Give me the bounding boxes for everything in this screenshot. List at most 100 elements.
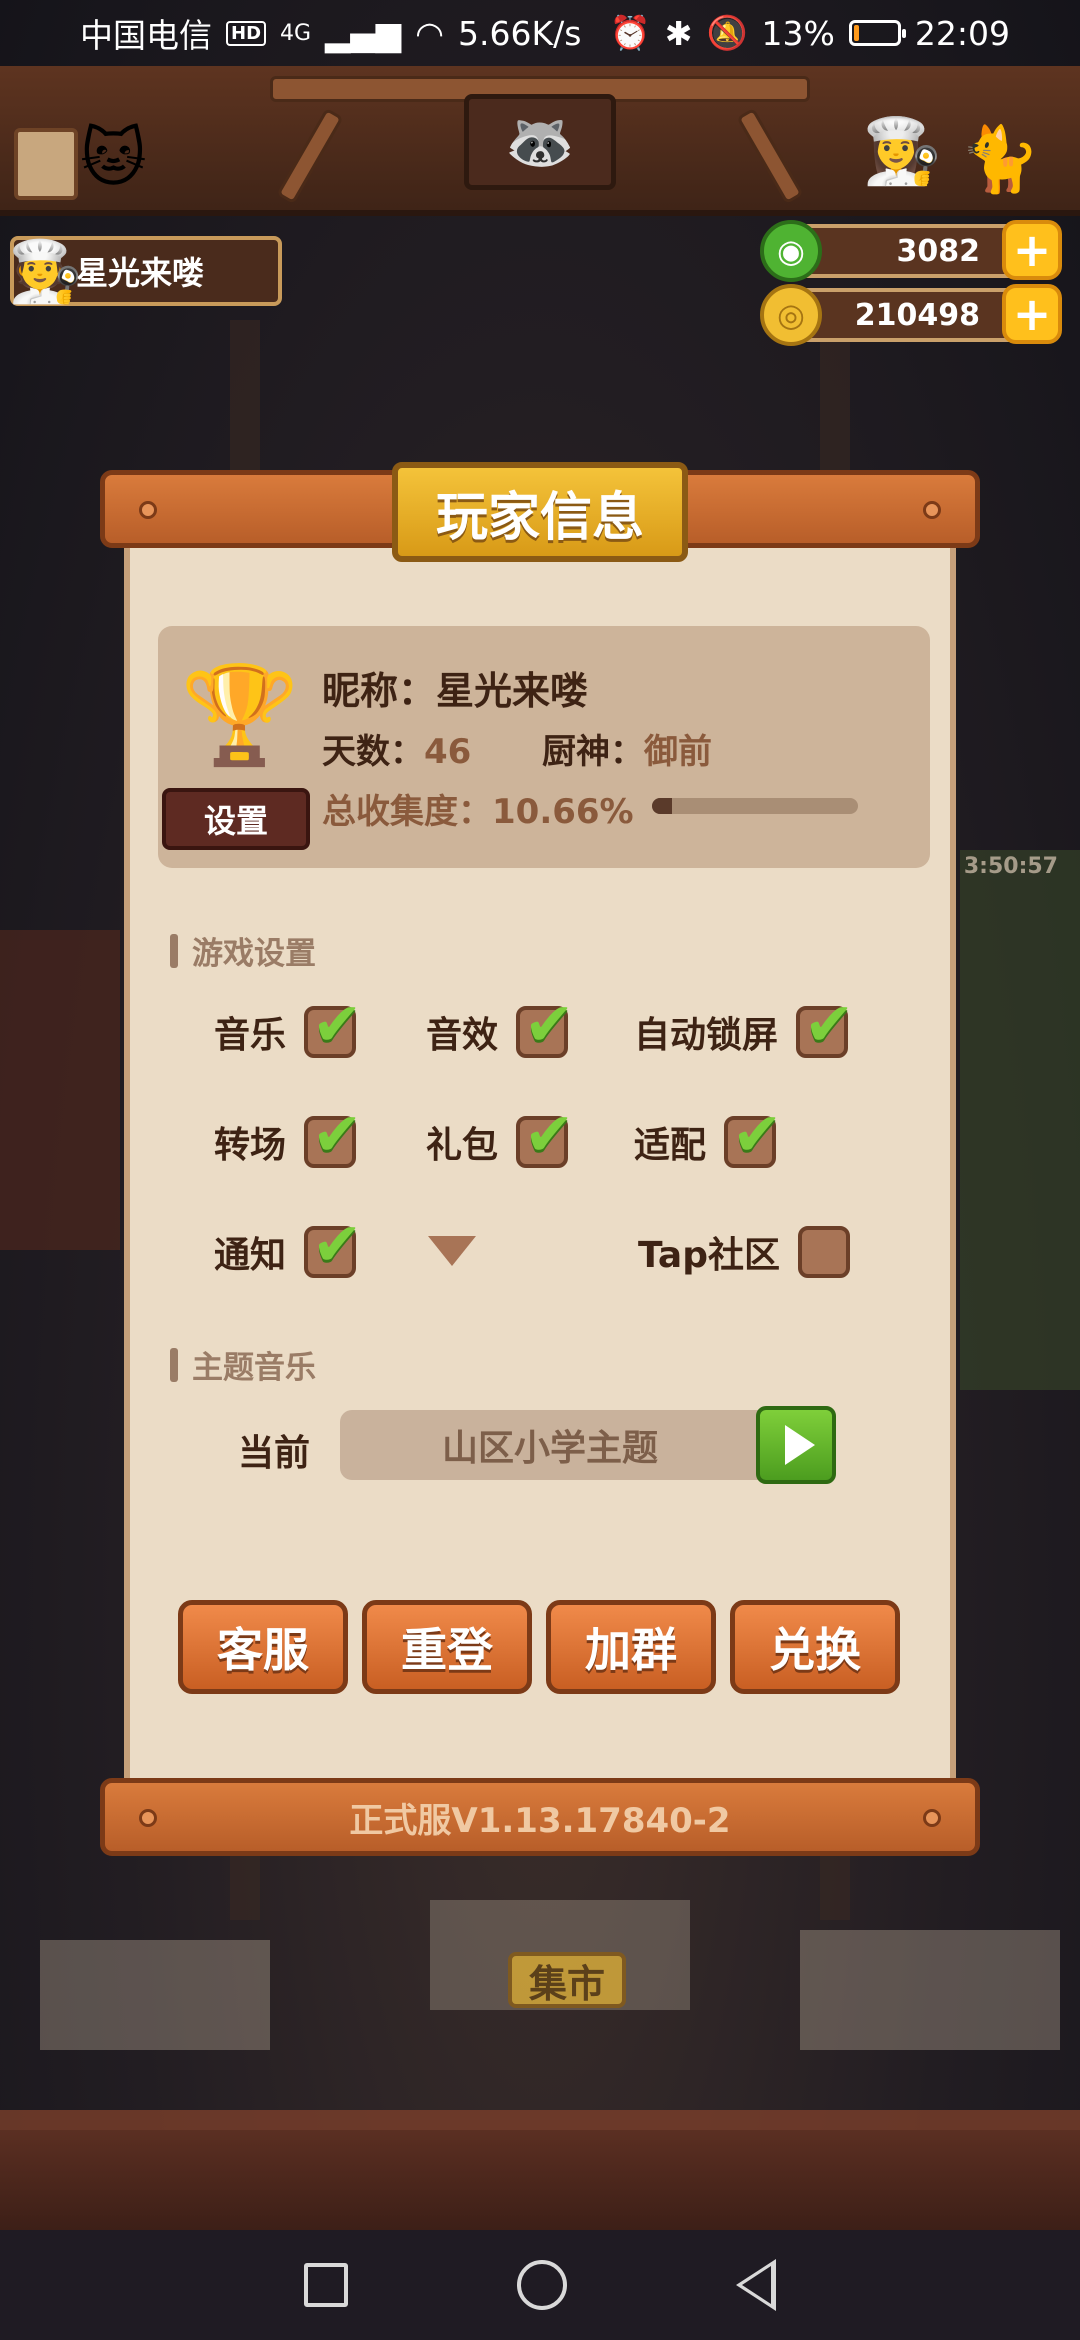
current-music-label: 当前 [238, 1433, 311, 1474]
adapt-checkbox[interactable]: ✔ [724, 1100, 782, 1170]
side-countdown: 3:50:57 [963, 854, 1058, 879]
nail-icon [139, 501, 157, 519]
add-gems-button[interactable]: + [1002, 220, 1062, 280]
home-icon[interactable] [516, 2260, 567, 2310]
relogin-button[interactable]: 重登 [362, 1600, 532, 1694]
theme-music-title: 主题音乐 [192, 1350, 316, 1386]
option-adapt[interactable]: 适配 ✔ [634, 1100, 782, 1170]
top-header: 🐱 🦝 👩‍🍳 🐈 [0, 66, 1080, 216]
player-name-tag[interactable]: 🧑‍🍳 星光来喽 [8, 236, 282, 307]
recent-apps-icon[interactable] [304, 2263, 349, 2307]
theme-music-heading: 主题音乐 [170, 1342, 316, 1387]
option-label: 适配 [634, 1125, 707, 1166]
transition-checkbox[interactable]: ✔ [304, 1100, 362, 1170]
gem-amount: 3082 [896, 233, 981, 269]
notification-checkbox[interactable]: ✔ [304, 1210, 362, 1280]
notification-dropdown-arrow-icon[interactable] [428, 1236, 476, 1266]
nickname-row: 昵称：星光来喽 [322, 660, 588, 715]
customer-service-button[interactable]: 客服 [178, 1600, 348, 1694]
recipe-book-icon[interactable] [14, 128, 78, 200]
coin-counter: ◎ 210498 + [760, 284, 1062, 346]
version-text: 正式服V1.13.17840-2 [349, 1800, 731, 1841]
option-notification[interactable]: 通知 ✔ [214, 1210, 362, 1280]
collection-progress-bar [652, 798, 858, 814]
music-checkbox[interactable]: ✔ [304, 990, 362, 1060]
mute-icon: 🔕 [706, 13, 748, 52]
hd-icon: HD [226, 20, 267, 46]
collection-value: 10.66% [492, 792, 634, 832]
nickname-value: 星光来喽 [436, 669, 589, 713]
option-music[interactable]: 音乐 ✔ [214, 990, 362, 1060]
back-icon[interactable] [735, 2259, 776, 2311]
signal-icon: ▂▄▆ [325, 13, 402, 53]
market-sign[interactable]: 集市 [508, 1952, 626, 2008]
chef-portrait-icon[interactable]: 🦝 [464, 94, 616, 190]
checkmark-icon: ✔ [312, 1210, 363, 1280]
game-settings-title: 游戏设置 [192, 936, 316, 972]
auto-lock-checkbox[interactable]: ✔ [796, 990, 854, 1060]
option-gift-pack[interactable]: 礼包 ✔ [426, 1100, 574, 1170]
option-label: 音效 [426, 1015, 499, 1056]
wifi-icon: ◠ [415, 13, 444, 53]
dialog-footer-frame: 正式服V1.13.17840-2 [100, 1778, 980, 1856]
carrier-name: 中国电信 [80, 16, 212, 55]
action-buttons: 客服 重登 加群 兑换 [178, 1600, 900, 1694]
clock: 22:09 [914, 13, 1010, 53]
settings-button[interactable]: 设置 [162, 788, 310, 850]
nail-icon [923, 501, 941, 519]
cat-mascot-icon[interactable]: 🐱 [80, 122, 147, 196]
chef-crown-icon: 🧑‍🍳 [8, 237, 83, 307]
coin-icon: ◎ [760, 284, 822, 346]
cat-chat-icon[interactable]: 🐈 [960, 122, 1040, 197]
join-group-button[interactable]: 加群 [546, 1600, 716, 1694]
nail-icon [139, 1809, 157, 1827]
battery-percent: 13% [761, 13, 835, 53]
chef-rank-label: 厨神： [542, 732, 644, 772]
tap-community-checkbox[interactable] [797, 1226, 850, 1278]
gift-pack-checkbox[interactable]: ✔ [516, 1100, 574, 1170]
system-nav-bar [0, 2230, 1080, 2340]
option-tap-community[interactable]: Tap社区 [638, 1226, 850, 1278]
battery-icon [848, 20, 906, 46]
bluetooth-icon: ✱ [664, 13, 693, 53]
gem-icon: ◉ [760, 220, 822, 282]
coin-amount: 210498 [854, 297, 980, 333]
sound-effects-checkbox[interactable]: ✔ [516, 990, 574, 1060]
dialog-title: 玩家信息 [392, 462, 688, 562]
checkmark-icon: ✔ [312, 990, 363, 1060]
network-speed: 5.66K/s [458, 13, 582, 53]
player-name: 星光来喽 [76, 254, 205, 292]
collection-row: 总收集度：10.66% [322, 784, 634, 833]
days-value: 46 [424, 732, 472, 772]
option-label: 自动锁屏 [634, 1015, 779, 1056]
redeem-button[interactable]: 兑换 [730, 1600, 900, 1694]
collection-label: 总收集度： [322, 792, 492, 832]
days-label: 天数： [322, 732, 424, 772]
chef-character-icon[interactable]: 👩‍🍳 [862, 114, 942, 189]
play-theme-button[interactable] [756, 1406, 836, 1484]
gem-counter: ◉ 3082 + [760, 220, 1062, 282]
days-row: 天数：46 [322, 724, 471, 773]
option-auto-lock[interactable]: 自动锁屏 ✔ [634, 990, 854, 1060]
nickname-label: 昵称： [322, 669, 437, 713]
chef-rank-row: 厨神：御前 [542, 724, 712, 773]
checkmark-icon: ✔ [312, 1100, 363, 1170]
chef-rank-value: 御前 [644, 732, 712, 772]
option-label: 音乐 [214, 1015, 287, 1056]
alarm-icon: ⏰ [609, 13, 651, 52]
checkmark-icon: ✔ [804, 990, 855, 1060]
nail-icon [923, 1809, 941, 1827]
checkmark-icon: ✔ [524, 1100, 575, 1170]
status-bar: 中国电信 HD 4G ▂▄▆ ◠ 5.66K/s ⏰ ✱ 🔕 13% 22:09 [0, 0, 1080, 66]
floor [0, 2130, 1080, 2230]
option-sound-effects[interactable]: 音效 ✔ [426, 990, 574, 1060]
option-transition[interactable]: 转场 ✔ [214, 1100, 362, 1170]
network-type: 4G [280, 20, 312, 46]
checkmark-icon: ✔ [524, 990, 575, 1060]
option-label: 通知 [214, 1235, 287, 1276]
current-theme-selector[interactable]: 山区小学主题 [340, 1410, 760, 1480]
checkmark-icon: ✔ [732, 1100, 783, 1170]
add-coins-button[interactable]: + [1002, 284, 1062, 344]
option-label: 转场 [214, 1125, 287, 1166]
option-label: 礼包 [426, 1125, 499, 1166]
